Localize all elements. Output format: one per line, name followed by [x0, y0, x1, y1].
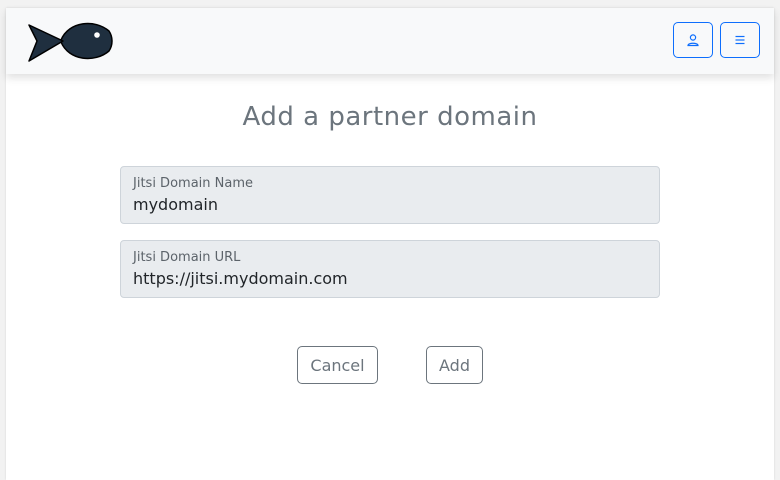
menu-button[interactable]: [720, 22, 760, 58]
fish-logo-icon[interactable]: [25, 17, 113, 65]
cancel-button[interactable]: Cancel: [297, 346, 378, 384]
user-icon: [687, 34, 699, 47]
hamburger-menu-icon: [735, 35, 745, 45]
navbar: [6, 8, 774, 74]
domain-url-field[interactable]: Jitsi Domain URL https://jitsi.mydomain.…: [120, 240, 660, 298]
domain-name-field[interactable]: Jitsi Domain Name mydomain: [120, 166, 660, 224]
domain-url-label: Jitsi Domain URL: [133, 250, 241, 265]
user-button[interactable]: [673, 22, 713, 58]
page-title: Add a partner domain: [242, 102, 538, 132]
add-button[interactable]: Add: [426, 346, 483, 384]
domain-name-label: Jitsi Domain Name: [133, 176, 253, 191]
domain-name-value[interactable]: mydomain: [133, 195, 218, 214]
domain-url-value[interactable]: https://jitsi.mydomain.com: [133, 269, 348, 288]
page: Add a partner domain Jitsi Domain Name m…: [6, 8, 774, 480]
